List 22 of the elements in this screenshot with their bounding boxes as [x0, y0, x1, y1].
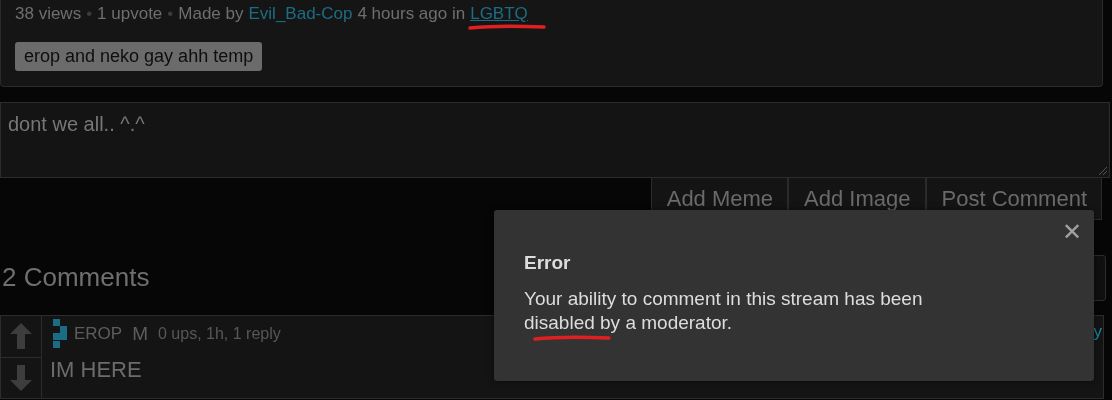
separator-dot: •	[167, 4, 174, 24]
separator-dot: •	[86, 4, 93, 24]
comment-meta: 0 ups, 1h, 1 reply	[158, 325, 281, 343]
resize-handle-icon	[1098, 166, 1108, 176]
comment-text: IM HERE	[50, 357, 143, 383]
dialog-title: Error	[524, 252, 572, 274]
dialog-message: Your ability to comment in this stream has been disabled by a moderator.	[524, 287, 924, 335]
tag-chip[interactable]: erop and neko gay ahh temp	[15, 42, 263, 71]
avatar-icon	[50, 319, 70, 349]
comment-field[interactable]: dont we all.. ^.^	[0, 102, 1110, 178]
reply-link[interactable]: y	[1093, 322, 1102, 342]
down-arrow-icon	[9, 363, 33, 392]
upvote-count: 1 upvote	[97, 4, 163, 24]
post-time: 4 hours ago in	[357, 4, 466, 24]
view-count: 38 views	[15, 4, 82, 24]
comments-heading: 2 Comments	[1, 262, 150, 294]
up-arrow-icon	[9, 322, 33, 351]
made-by-label: Made by	[178, 4, 244, 24]
user-label: M	[132, 323, 148, 345]
stream-link[interactable]: LGBTQ	[470, 4, 528, 23]
username-link[interactable]: EROP	[74, 324, 123, 344]
author-link[interactable]: Evil_Bad-Cop	[248, 4, 353, 24]
